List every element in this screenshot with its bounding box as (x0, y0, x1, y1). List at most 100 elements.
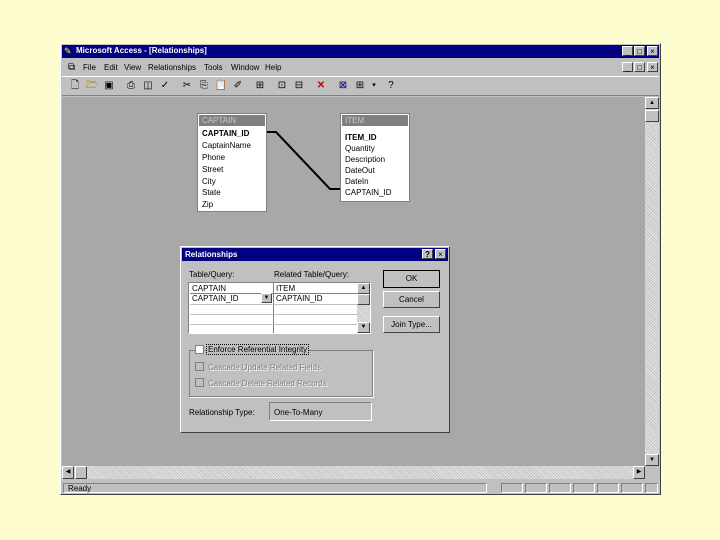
copy-icon[interactable]: ⎘ (197, 79, 211, 93)
cascade-delete-checkbox[interactable] (195, 378, 204, 387)
left-field-dropdown-icon[interactable]: ▼ (261, 293, 272, 303)
item-table-title[interactable]: ITEM (342, 115, 408, 126)
enforce-integrity-label[interactable]: Enforce Referential Integrity (205, 344, 310, 355)
menu-file[interactable]: File (83, 63, 96, 72)
paste-icon[interactable]: 📋 (214, 79, 228, 93)
field-quantity[interactable]: Quantity (345, 144, 375, 153)
cancel-button[interactable]: Cancel (383, 291, 440, 308)
doc-maximize-button[interactable]: □ (634, 62, 645, 72)
format-painter-icon[interactable]: ✐ (231, 79, 245, 93)
new-object-icon[interactable]: ⊞ (353, 79, 367, 93)
close-button[interactable]: × (647, 46, 658, 56)
scroll-down-icon[interactable]: ▼ (645, 454, 659, 466)
menu-view[interactable]: View (124, 63, 141, 72)
field-captain-id[interactable]: CAPTAIN_ID (202, 129, 249, 138)
grid-column-divider (273, 283, 274, 333)
dialog-title-bar[interactable]: Relationships ? × (182, 248, 448, 261)
status-text-panel: Ready (63, 483, 487, 493)
field-item-id[interactable]: ITEM_ID (345, 133, 377, 142)
relationships-doc-icon: ⧉ (68, 62, 76, 73)
field-item-captain-id[interactable]: CAPTAIN_ID (345, 188, 392, 197)
doc-minimize-button[interactable]: _ (622, 62, 633, 72)
field-captain-name[interactable]: CaptainName (202, 141, 251, 150)
show-all-icon[interactable]: ⊟ (292, 79, 306, 93)
new-object-dropdown-icon[interactable]: ▾ (367, 79, 381, 93)
enforce-integrity-checkbox[interactable] (195, 345, 204, 354)
field-zip[interactable]: Zip (202, 200, 213, 209)
grid-row-line (190, 314, 357, 315)
scroll-up-icon[interactable]: ▲ (645, 97, 659, 109)
grid-row-line (190, 304, 357, 305)
captain-table-window[interactable]: CAPTAIN CAPTAIN_ID CaptainName Phone Str… (197, 113, 267, 212)
new-doc-icon[interactable]: 🗋 (68, 79, 82, 93)
grid-scroll-down-icon[interactable]: ▼ (357, 322, 370, 333)
cut-icon[interactable]: ✂ (180, 79, 194, 93)
field-description[interactable]: Description (345, 155, 385, 164)
toolbar: 🗋 🗁 ▣ ⎙ ◫ ✓ ✂ ⎘ 📋 ✐ ⊞ ⊡ ⊟ ✕ ⊠ ⊞ ▾ ? (62, 76, 659, 96)
scroll-right-icon[interactable]: ▶ (633, 466, 645, 479)
dialog-title: Relationships (185, 250, 238, 259)
status-text: Ready (68, 484, 92, 493)
minimize-button[interactable]: _ (622, 46, 633, 56)
grid-right-field[interactable]: CAPTAIN_ID (276, 294, 323, 303)
print-icon[interactable]: ⎙ (124, 79, 138, 93)
related-table-query-label: Related Table/Query: (274, 270, 350, 279)
relationship-join-line (265, 131, 341, 190)
maximize-button[interactable]: □ (634, 46, 645, 56)
menu-edit[interactable]: Edit (104, 63, 118, 72)
relationship-type-label: Relationship Type: (189, 408, 255, 417)
status-indicator-panel (549, 483, 571, 493)
menu-bar: ⧉ File Edit View Relationships Tools Win… (62, 60, 659, 75)
menu-tools[interactable]: Tools (204, 63, 223, 72)
menu-window[interactable]: Window (231, 63, 259, 72)
cascade-update-label: Cascade Update Related Fields (208, 363, 321, 372)
status-bar: Ready (62, 482, 659, 494)
relationship-type-value: One-To-Many (274, 408, 323, 417)
menu-help[interactable]: Help (265, 63, 281, 72)
field-date-out[interactable]: DateOut (345, 166, 375, 175)
field-phone[interactable]: Phone (202, 153, 225, 162)
horizontal-scrollbar[interactable] (62, 466, 645, 479)
join-type-button[interactable]: Join Type... (383, 316, 440, 333)
show-direct-icon[interactable]: ⊡ (275, 79, 289, 93)
relationship-type-box: One-To-Many (269, 402, 372, 421)
ok-button[interactable]: OK (383, 270, 440, 288)
vertical-scroll-thumb[interactable] (645, 110, 659, 122)
save-icon[interactable]: ▣ (102, 79, 116, 93)
cascade-delete-label: Cascade Delete Related Records (208, 379, 327, 388)
integrity-options-group (189, 350, 373, 397)
scroll-left-icon[interactable]: ◀ (62, 466, 74, 479)
table-query-label: Table/Query: (189, 270, 235, 279)
status-indicator-panel (573, 483, 595, 493)
delete-icon[interactable]: ✕ (314, 79, 328, 93)
grid-left-field[interactable]: CAPTAIN_ID (192, 294, 239, 303)
vertical-scrollbar[interactable] (645, 97, 659, 466)
window-title: Microsoft Access - [Relationships] (76, 46, 207, 55)
field-city[interactable]: City (202, 177, 216, 186)
show-table-icon[interactable]: ⊞ (253, 79, 267, 93)
dialog-close-button[interactable]: × (435, 249, 446, 259)
print-preview-icon[interactable]: ◫ (141, 79, 155, 93)
field-date-in[interactable]: DateIn (345, 177, 369, 186)
access-key-icon: ✎ (64, 46, 72, 56)
grid-scroll-up-icon[interactable]: ▲ (357, 283, 370, 294)
captain-table-title[interactable]: CAPTAIN (199, 115, 265, 126)
horizontal-scroll-thumb[interactable] (75, 466, 87, 479)
dialog-help-button[interactable]: ? (422, 249, 433, 259)
help-icon[interactable]: ? (384, 79, 398, 93)
status-indicator-panel (501, 483, 523, 493)
field-street[interactable]: Street (202, 165, 223, 174)
folder-open-icon[interactable]: 🗁 (85, 79, 99, 93)
spelling-icon[interactable]: ✓ (158, 79, 172, 93)
grid-scroll-thumb[interactable] (357, 294, 370, 305)
database-window-icon[interactable]: ⊠ (336, 79, 350, 93)
menu-relationships[interactable]: Relationships (148, 63, 196, 72)
status-indicator-panel (597, 483, 619, 493)
item-table-window[interactable]: ITEM ITEM_ID Quantity Description DateOu… (340, 113, 410, 202)
grid-left-table: CAPTAIN (192, 284, 227, 293)
doc-close-button[interactable]: × (647, 62, 658, 72)
title-bar[interactable]: ✎ Microsoft Access - [Relationships] _ □… (62, 45, 659, 58)
cascade-update-checkbox[interactable] (195, 362, 204, 371)
field-state[interactable]: State (202, 188, 221, 197)
grid-row-line (190, 324, 357, 325)
